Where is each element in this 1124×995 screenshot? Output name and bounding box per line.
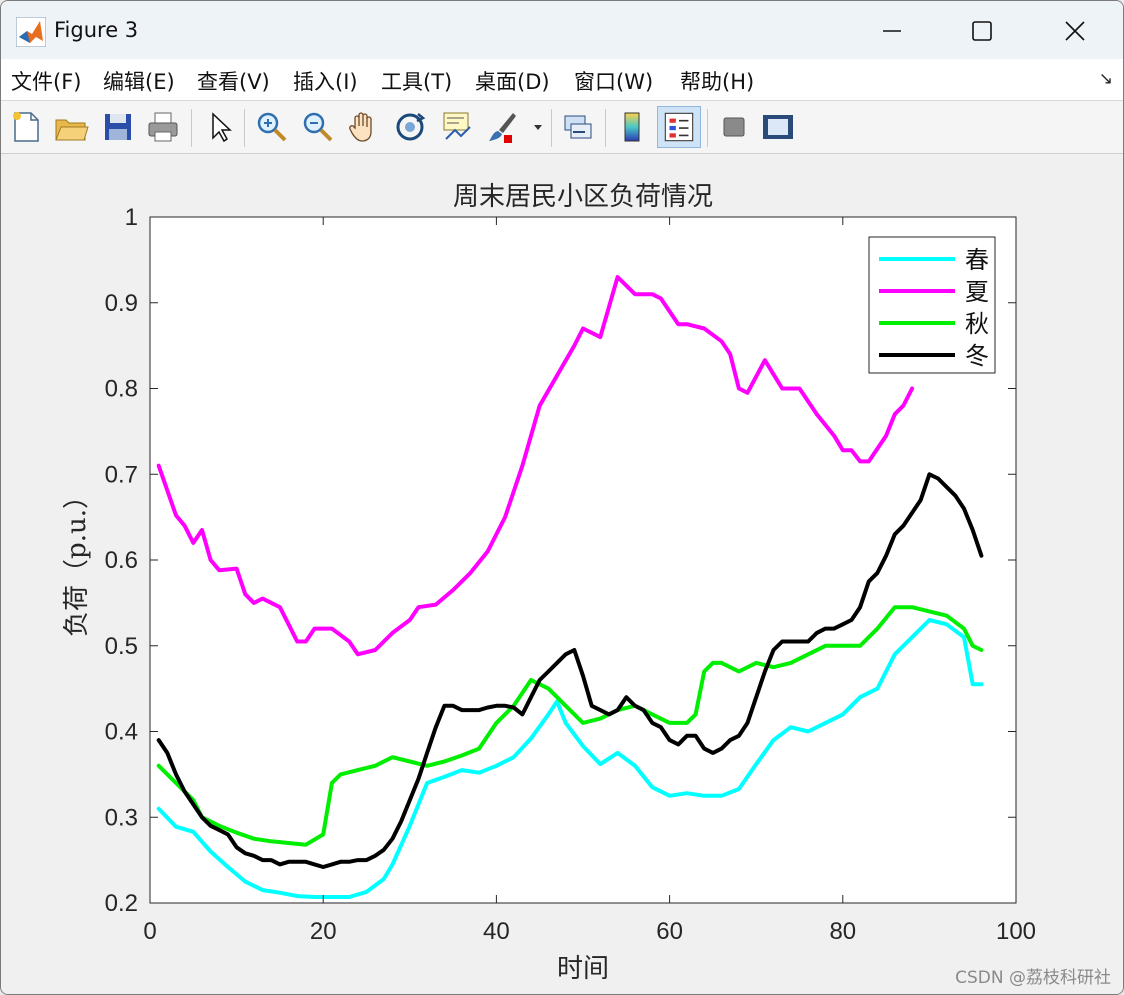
- chevron-down-icon: [534, 125, 542, 130]
- new-figure-icon: [13, 112, 39, 142]
- figure-window: Figure 3 文件(F) 编辑(E) 查看(V) 插入(I) 工具(T) 桌…: [0, 0, 1124, 995]
- menu-help[interactable]: 帮助(H): [680, 66, 754, 96]
- y-tick-label: 0.3: [105, 804, 138, 831]
- zoom-in-icon: [257, 112, 287, 142]
- y-tick-label: 0.5: [105, 633, 138, 660]
- menu-insert[interactable]: 插入(I): [293, 66, 358, 96]
- menu-more-arrow-icon[interactable]: ↘: [1099, 69, 1113, 89]
- link-plot-icon: [564, 115, 592, 139]
- hide-plot-tools-icon: [723, 117, 745, 137]
- maximize-icon: [972, 21, 992, 41]
- close-button[interactable]: [1052, 9, 1098, 53]
- legend-label-1: 春: [965, 246, 989, 274]
- legend-button[interactable]: [657, 106, 701, 148]
- minimize-button[interactable]: [869, 9, 915, 53]
- x-tick-label: 20: [310, 918, 337, 945]
- legend-label-2: 夏: [965, 278, 989, 306]
- chart-title: 周末居民小区负荷情况: [453, 182, 713, 212]
- matlab-icon: [15, 16, 47, 48]
- print-button[interactable]: [144, 108, 182, 146]
- legend: 春夏秋冬: [868, 236, 996, 374]
- x-tick-label: 60: [656, 918, 683, 945]
- legend-label-3: 秋: [965, 310, 989, 338]
- legend-icon: [664, 112, 694, 142]
- pan-hand-icon: [349, 112, 372, 142]
- data-cursor-icon: [443, 112, 471, 140]
- watermark: CSDN @荔枝科研社: [955, 968, 1111, 988]
- y-tick-label: 0.4: [105, 719, 138, 746]
- y-tick-label: 0.2: [105, 890, 138, 917]
- hide-plot-tools-button[interactable]: [715, 108, 753, 146]
- brush-button[interactable]: [483, 108, 521, 146]
- y-tick-label: 0.9: [105, 290, 138, 317]
- menu-tools[interactable]: 工具(T): [381, 66, 452, 96]
- y-tick-label: 0.7: [105, 461, 138, 488]
- open-file-icon: [55, 119, 89, 141]
- zoom-out-icon: [303, 112, 333, 142]
- close-icon: [1065, 21, 1085, 41]
- menu-desktop[interactable]: 桌面(D): [475, 66, 550, 96]
- select-arrow-icon: [212, 112, 232, 143]
- show-plot-tools-icon: [763, 115, 793, 139]
- legend-label-4: 冬: [965, 342, 989, 370]
- y-tick-label: 0.6: [105, 547, 138, 574]
- rotate-3d-icon: [396, 113, 426, 141]
- data-cursor-button[interactable]: [437, 108, 475, 146]
- save-icon: [105, 114, 131, 140]
- menu-view[interactable]: 查看(V): [197, 66, 270, 96]
- select-arrow-button[interactable]: [201, 108, 239, 146]
- zoom-in-button[interactable]: [253, 108, 291, 146]
- x-tick-label: 40: [483, 918, 510, 945]
- y-tick-label: 1: [125, 204, 138, 231]
- figure-canvas: 0 20 40 60 80 100 0.2 0.3 0.4 0.5 0.6 0.7 0.8 0.9 1 周末居…: [1, 154, 1123, 994]
- x-tick-label: 0: [143, 918, 156, 945]
- link-plot-button[interactable]: [559, 108, 597, 146]
- window-title: Figure 3: [54, 18, 139, 42]
- pan-button[interactable]: [345, 108, 383, 146]
- rotate-3d-button[interactable]: [391, 108, 429, 146]
- x-axis-label: 时间: [557, 954, 609, 984]
- show-plot-tools-button[interactable]: [759, 108, 797, 146]
- brush-icon: [489, 113, 516, 143]
- maximize-button[interactable]: [959, 9, 1005, 53]
- minimize-icon: [883, 30, 901, 32]
- title-bar: Figure 3: [1, 1, 1123, 59]
- x-tick-label: 80: [829, 918, 856, 945]
- brush-dropdown-button[interactable]: [531, 108, 545, 146]
- print-icon: [148, 112, 178, 142]
- x-tick-label: 100: [996, 918, 1036, 945]
- open-file-button[interactable]: [52, 108, 90, 146]
- colorbar-icon: [624, 112, 640, 142]
- y-tick-label: 0.8: [105, 376, 138, 403]
- menu-bar: 文件(F) 编辑(E) 查看(V) 插入(I) 工具(T) 桌面(D) 窗口(W…: [1, 59, 1123, 101]
- figure-toolbar: [1, 101, 1123, 154]
- zoom-out-button[interactable]: [299, 108, 337, 146]
- chart: 0 20 40 60 80 100 0.2 0.3 0.4 0.5 0.6 0.7 0.8 0.9 1 周末居…: [62, 182, 1036, 984]
- save-button[interactable]: [99, 108, 137, 146]
- menu-edit[interactable]: 编辑(E): [103, 66, 175, 96]
- new-figure-button[interactable]: [7, 108, 45, 146]
- colorbar-button[interactable]: [613, 108, 651, 146]
- menu-window[interactable]: 窗口(W): [574, 66, 653, 96]
- menu-file[interactable]: 文件(F): [11, 66, 81, 96]
- y-axis-label: 负荷（p.u.）: [62, 483, 92, 637]
